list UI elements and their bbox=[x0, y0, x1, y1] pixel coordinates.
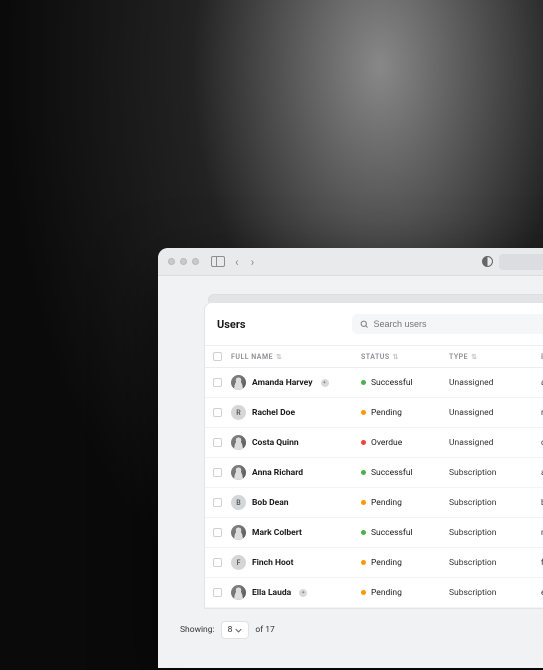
row-checkbox[interactable] bbox=[213, 558, 222, 567]
table-row[interactable]: Costa QuinnOverdueUnassignedcosta@site bbox=[205, 428, 543, 458]
avatar: B bbox=[231, 495, 246, 510]
maximize-window-button[interactable] bbox=[192, 258, 199, 265]
status-dot-icon bbox=[361, 410, 366, 415]
type-text: Subscription bbox=[449, 498, 541, 508]
table-row[interactable]: FFinch HootPendingSubscriptionfinch@site bbox=[205, 548, 543, 578]
showing-label: Showing: bbox=[180, 625, 215, 635]
status-dot-icon bbox=[361, 470, 366, 475]
avatar: R bbox=[231, 405, 246, 420]
select-all-checkbox[interactable] bbox=[213, 352, 222, 361]
users-panel: Users Sta FULL NAME⇅ STATUS⇅ TYPE⇅ EMAIL… bbox=[204, 302, 543, 609]
status-dot-icon bbox=[361, 440, 366, 445]
avatar bbox=[231, 435, 246, 450]
reader-mode-icon[interactable] bbox=[482, 256, 493, 267]
panel-header: Users Sta bbox=[205, 303, 543, 346]
avatar bbox=[231, 465, 246, 480]
verified-badge-icon: ✦ bbox=[299, 589, 307, 597]
avatar: F bbox=[231, 555, 246, 570]
table-row[interactable]: Amanda Harvey✦SuccessfulUnassignedamanda… bbox=[205, 368, 543, 398]
status-text: Successful bbox=[371, 468, 413, 478]
type-text: Subscription bbox=[449, 588, 541, 598]
address-bar[interactable] bbox=[499, 254, 543, 270]
status-text: Successful bbox=[371, 378, 413, 388]
status-text: Pending bbox=[371, 408, 402, 418]
user-name: Anna Richard bbox=[252, 468, 303, 478]
window-controls bbox=[168, 258, 199, 265]
search-input[interactable] bbox=[374, 319, 543, 329]
close-window-button[interactable] bbox=[168, 258, 175, 265]
row-checkbox[interactable] bbox=[213, 468, 222, 477]
column-header-name[interactable]: FULL NAME⇅ bbox=[231, 353, 361, 361]
status-text: Pending bbox=[371, 498, 402, 508]
table-row[interactable]: Anna RichardSuccessfulSubscriptionanne@s… bbox=[205, 458, 543, 488]
panel-title: Users bbox=[217, 318, 246, 331]
row-checkbox[interactable] bbox=[213, 498, 222, 507]
chevron-down-icon bbox=[235, 627, 242, 634]
pagination: Showing: 8 of 17 bbox=[176, 609, 543, 651]
row-checkbox[interactable] bbox=[213, 408, 222, 417]
user-name: Rachel Doe bbox=[252, 408, 295, 418]
panel-stack-shadow bbox=[208, 294, 543, 302]
user-name: Ella Lauda bbox=[252, 588, 291, 598]
table-row[interactable]: RRachel DoePendingUnassignedrachel@sit bbox=[205, 398, 543, 428]
status-dot-icon bbox=[361, 560, 366, 565]
table-row[interactable]: Ella Lauda✦PendingSubscriptionella@site.… bbox=[205, 578, 543, 608]
user-name: Bob Dean bbox=[252, 498, 289, 508]
status-text: Successful bbox=[371, 528, 413, 538]
of-total-label: of 17 bbox=[255, 625, 274, 635]
verified-badge-icon: ✦ bbox=[321, 379, 329, 387]
row-checkbox[interactable] bbox=[213, 438, 222, 447]
row-checkbox[interactable] bbox=[213, 588, 222, 597]
browser-toolbar: ‹ › ↻ bbox=[158, 248, 543, 276]
user-name: Mark Colbert bbox=[252, 528, 302, 538]
sort-icon: ⇅ bbox=[471, 353, 477, 361]
per-page-select[interactable]: 8 bbox=[221, 621, 250, 639]
avatar bbox=[231, 375, 246, 390]
sort-icon: ⇅ bbox=[393, 353, 399, 361]
type-text: Subscription bbox=[449, 468, 541, 478]
row-checkbox[interactable] bbox=[213, 528, 222, 537]
type-text: Subscription bbox=[449, 558, 541, 568]
type-text: Unassigned bbox=[449, 438, 541, 448]
table-row[interactable]: Mark ColbertSuccessfulSubscriptionmark@s… bbox=[205, 518, 543, 548]
table-header: FULL NAME⇅ STATUS⇅ TYPE⇅ EMAIL bbox=[205, 346, 543, 368]
search-icon bbox=[360, 320, 369, 329]
user-name: Amanda Harvey bbox=[252, 378, 313, 388]
avatar bbox=[231, 525, 246, 540]
user-name: Costa Quinn bbox=[252, 438, 299, 448]
status-text: Pending bbox=[371, 558, 402, 568]
type-text: Subscription bbox=[449, 528, 541, 538]
row-checkbox[interactable] bbox=[213, 378, 222, 387]
table-body: Amanda Harvey✦SuccessfulUnassignedamanda… bbox=[205, 368, 543, 608]
nav-forward-button[interactable]: › bbox=[249, 255, 257, 269]
table-row[interactable]: BBob DeanPendingSubscriptionbob@site. bbox=[205, 488, 543, 518]
avatar bbox=[231, 585, 246, 600]
status-text: Overdue bbox=[371, 438, 402, 448]
status-dot-icon bbox=[361, 500, 366, 505]
status-dot-icon bbox=[361, 590, 366, 595]
status-dot-icon bbox=[361, 530, 366, 535]
minimize-window-button[interactable] bbox=[180, 258, 187, 265]
type-text: Unassigned bbox=[449, 408, 541, 418]
user-name: Finch Hoot bbox=[252, 558, 293, 568]
column-header-type[interactable]: TYPE⇅ bbox=[449, 353, 541, 361]
browser-window: ‹ › ↻ Users Sta FULL NAME⇅ STATUS⇅ TY bbox=[158, 248, 543, 668]
column-header-status[interactable]: STATUS⇅ bbox=[361, 353, 449, 361]
type-text: Unassigned bbox=[449, 378, 541, 388]
sort-icon: ⇅ bbox=[276, 353, 282, 361]
app-content: Users Sta FULL NAME⇅ STATUS⇅ TYPE⇅ EMAIL… bbox=[158, 276, 543, 651]
sidebar-toggle-icon[interactable] bbox=[211, 256, 225, 267]
search-field[interactable] bbox=[352, 314, 543, 334]
nav-back-button[interactable]: ‹ bbox=[233, 255, 241, 269]
status-dot-icon bbox=[361, 380, 366, 385]
status-text: Pending bbox=[371, 588, 402, 598]
